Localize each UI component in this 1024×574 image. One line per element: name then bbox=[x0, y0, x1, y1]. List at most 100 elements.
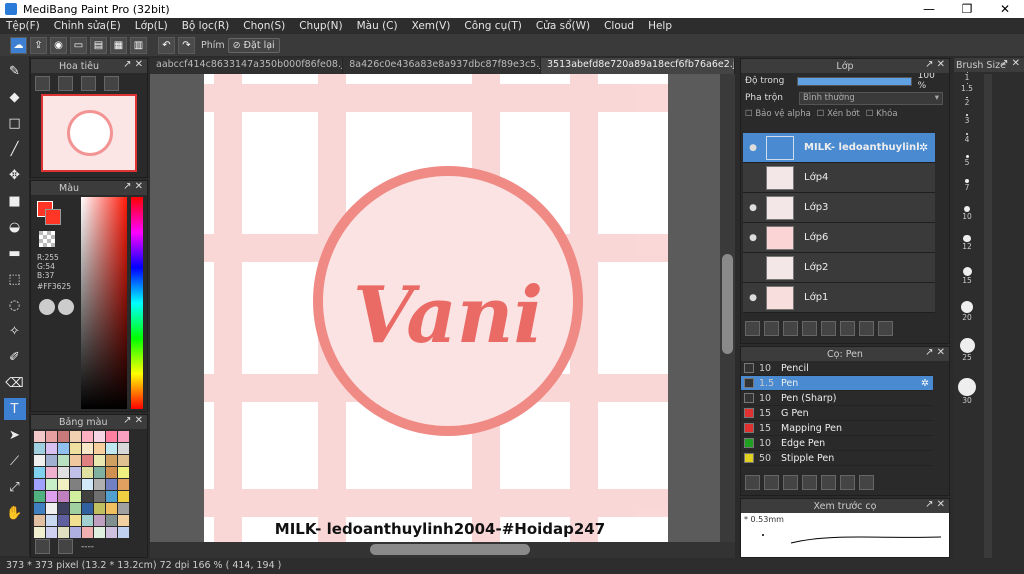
palette-swatch[interactable] bbox=[70, 467, 81, 478]
panel-controls[interactable]: ↗ ✕ bbox=[123, 181, 143, 192]
palette-swatch[interactable] bbox=[118, 527, 129, 538]
canvas-area[interactable]: Vani MILK- ledoanthuylinh2004-#Hoidap247 bbox=[150, 74, 735, 542]
palette-swatch[interactable] bbox=[58, 467, 69, 478]
palette-swatch[interactable] bbox=[34, 491, 45, 502]
brush-row[interactable]: 10 Edge Pen bbox=[741, 436, 933, 451]
menu-help[interactable]: Help bbox=[648, 20, 672, 32]
fit-icon[interactable] bbox=[81, 76, 96, 91]
palette-swatch[interactable] bbox=[58, 455, 69, 466]
line-tool-icon[interactable]: ╱ bbox=[4, 138, 26, 160]
new-palette-icon[interactable] bbox=[35, 539, 50, 554]
layer-row-2[interactable]: Lớp2 bbox=[743, 253, 935, 283]
grid-icon[interactable]: ▦ bbox=[110, 36, 127, 54]
hand-tool-icon[interactable]: ✋ bbox=[4, 502, 26, 524]
layer-row-1[interactable]: ● Lớp1 bbox=[743, 283, 935, 313]
layer-row-3[interactable]: ● Lớp3 bbox=[743, 193, 935, 223]
fill-rect-tool-icon[interactable]: ■ bbox=[4, 190, 26, 212]
panel-icon[interactable]: ▥ bbox=[130, 36, 147, 54]
palette-swatch[interactable] bbox=[118, 479, 129, 490]
palette-swatch[interactable] bbox=[106, 443, 117, 454]
palette-swatch[interactable] bbox=[58, 491, 69, 502]
panel-controls[interactable]: ↗ ✕ bbox=[123, 415, 143, 426]
new-brush-icon[interactable] bbox=[764, 475, 779, 490]
rectangle-tool-icon[interactable]: □ bbox=[4, 112, 26, 134]
blend-select[interactable]: Bình thường ▾ bbox=[799, 91, 943, 105]
cloud-icon[interactable]: ☁ bbox=[10, 36, 27, 54]
brush-size-item[interactable]: 1 bbox=[954, 72, 980, 82]
maximize-button[interactable]: ❐ bbox=[948, 0, 986, 18]
delete-palette-icon[interactable] bbox=[58, 539, 73, 554]
palette-swatch[interactable] bbox=[46, 479, 57, 490]
palette-swatch[interactable] bbox=[58, 503, 69, 514]
undo-icon[interactable]: ↶ bbox=[158, 36, 175, 54]
transparent-swatch[interactable] bbox=[39, 231, 55, 247]
menu-select[interactable]: Chọn(S) bbox=[243, 20, 285, 32]
brush-size-item[interactable]: 1.5 bbox=[954, 82, 980, 95]
palette-swatch[interactable] bbox=[70, 431, 81, 442]
palette-swatch[interactable] bbox=[106, 491, 117, 502]
brush-row[interactable]: 1.5 Pen ✲ bbox=[741, 376, 933, 391]
visibility-icon[interactable]: ● bbox=[743, 143, 763, 153]
palette-swatch[interactable] bbox=[94, 467, 105, 478]
clipping-checkbox[interactable]: ☐ Xén bớt bbox=[817, 109, 860, 119]
palette-swatch[interactable] bbox=[70, 455, 81, 466]
menu-view[interactable]: Xem(V) bbox=[412, 20, 451, 32]
share-icon[interactable]: ⇪ bbox=[30, 36, 47, 54]
palette-swatch[interactable] bbox=[94, 431, 105, 442]
palette-swatch[interactable] bbox=[82, 515, 93, 526]
palette-swatch[interactable] bbox=[34, 443, 45, 454]
palette-swatch[interactable] bbox=[118, 431, 129, 442]
speech-bubble-icon[interactable]: ◉ bbox=[50, 36, 67, 54]
palette-swatch[interactable] bbox=[46, 503, 57, 514]
palette-swatch[interactable] bbox=[118, 515, 129, 526]
menu-file[interactable]: Tệp(F) bbox=[6, 20, 40, 32]
palette-swatch[interactable] bbox=[34, 515, 45, 526]
palette-swatch[interactable] bbox=[106, 515, 117, 526]
palette-swatch[interactable] bbox=[70, 479, 81, 490]
palette-swatch[interactable] bbox=[106, 527, 117, 538]
chat-icon[interactable]: ▭ bbox=[70, 36, 87, 54]
page-icon[interactable]: ▤ bbox=[90, 36, 107, 54]
brush-size-item[interactable]: 12 bbox=[954, 228, 980, 260]
saturation-value-picker[interactable] bbox=[81, 197, 127, 409]
gradient-tool-icon[interactable]: ▬ bbox=[4, 242, 26, 264]
palette-swatch[interactable] bbox=[58, 431, 69, 442]
palette-swatch[interactable] bbox=[46, 455, 57, 466]
brush-size-item[interactable]: 4 bbox=[954, 128, 980, 149]
palette-swatch[interactable] bbox=[70, 503, 81, 514]
select-pen-icon[interactable]: ✐ bbox=[4, 346, 26, 368]
palette-swatch[interactable] bbox=[94, 455, 105, 466]
menu-window[interactable]: Cửa sổ(W) bbox=[536, 20, 590, 32]
brush-row[interactable]: 15 Mapping Pen bbox=[741, 421, 933, 436]
palette-swatch[interactable] bbox=[34, 503, 45, 514]
menu-color[interactable]: Màu (C) bbox=[357, 20, 398, 32]
zoom-out-icon[interactable] bbox=[104, 76, 119, 91]
palette-add-icon[interactable] bbox=[58, 299, 74, 315]
palette-swatch[interactable] bbox=[70, 491, 81, 502]
palette-swatch[interactable] bbox=[70, 527, 81, 538]
palette-swatch[interactable] bbox=[118, 467, 129, 478]
palette-swatch[interactable] bbox=[118, 455, 129, 466]
reset-button[interactable]: ⊘ Đặt lại bbox=[227, 37, 280, 53]
palette-icon[interactable] bbox=[39, 299, 55, 315]
cloud-brush-icon[interactable] bbox=[745, 475, 760, 490]
bucket-tool-icon[interactable]: ◒ bbox=[4, 216, 26, 238]
palette-swatch[interactable] bbox=[94, 503, 105, 514]
brush-size-item[interactable]: 2 bbox=[954, 95, 980, 110]
eyedropper-icon[interactable]: ⤢ bbox=[4, 476, 26, 498]
brush-row[interactable]: 10 Pen (Sharp) bbox=[741, 391, 933, 406]
navigator-thumbnail[interactable] bbox=[41, 94, 137, 172]
vertical-scrollbar[interactable] bbox=[720, 74, 735, 542]
panel-controls[interactable]: ↗ ✕ bbox=[925, 347, 945, 358]
brush-size-item[interactable]: 5 bbox=[954, 149, 980, 173]
document-tab[interactable]: aabccf414c8633147a350b000f86fe08.jpg bbox=[150, 58, 344, 74]
vertical-scroll-thumb[interactable] bbox=[722, 254, 733, 354]
palette-swatch[interactable] bbox=[94, 443, 105, 454]
palette-swatch[interactable] bbox=[46, 431, 57, 442]
zoom-in-icon[interactable] bbox=[35, 76, 50, 91]
palette-swatch[interactable] bbox=[46, 491, 57, 502]
menu-cloud[interactable]: Cloud bbox=[604, 20, 634, 32]
brush-size-scrollbar[interactable] bbox=[984, 74, 992, 558]
magic-wand-icon[interactable]: ✧ bbox=[4, 320, 26, 342]
palette-swatch[interactable] bbox=[46, 527, 57, 538]
